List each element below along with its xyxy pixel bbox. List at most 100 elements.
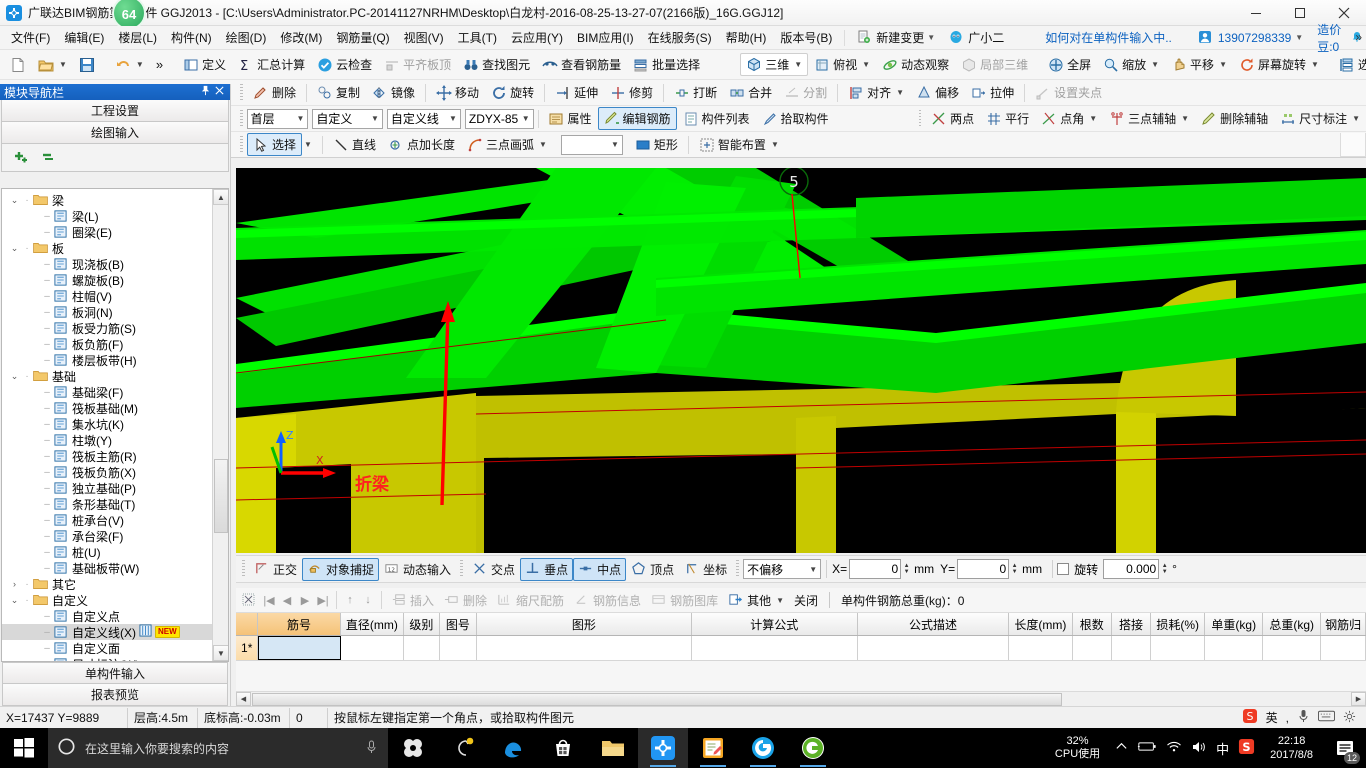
new-change-button[interactable]: 新建变更 ▼ (850, 26, 942, 49)
tree-scrollbar[interactable]: ▲ ▼ (212, 189, 228, 661)
taskbar-app-360-browser[interactable] (738, 728, 788, 768)
taskbar-app-ebao-browser[interactable] (788, 728, 838, 768)
y-spinner[interactable]: ▲ ▼ (1009, 559, 1020, 579)
zoom-button[interactable]: 缩放 ▼ (1097, 53, 1165, 76)
sogou-input-icon[interactable]: S (1238, 738, 1255, 758)
fullscreen-button[interactable]: 全屏 (1042, 53, 1097, 76)
cloud-check-button[interactable]: 云检查 (311, 53, 378, 76)
table-cell[interactable] (1112, 636, 1152, 660)
tree-folder[interactable]: ⌄ · 自定义 (2, 592, 228, 608)
x-spinner[interactable]: ▲ ▼ (901, 559, 912, 579)
draw-toolbar-overflow[interactable] (1340, 132, 1366, 157)
menu-view[interactable]: 视图(V) (397, 26, 451, 49)
table-cell[interactable] (440, 636, 478, 660)
midpoint-snap-toggle[interactable]: 中点 (573, 557, 627, 581)
table-cell[interactable] (341, 636, 405, 660)
scroll-down-button[interactable]: ▼ (213, 645, 228, 661)
tree-item[interactable]: – 现浇板(B) (2, 256, 228, 272)
object-snap-toggle[interactable]: 对象捕捉 (302, 557, 380, 581)
last-record-button[interactable]: ▶| (314, 594, 332, 607)
next-record-button[interactable]: ▶ (296, 594, 314, 607)
column-header[interactable]: 钢筋归 (1321, 613, 1366, 635)
notification-center-icon[interactable]: 12 (1328, 728, 1362, 768)
column-header[interactable]: 公式描述 (858, 613, 1010, 635)
undo-button[interactable]: ▼ (109, 54, 150, 76)
tree-item[interactable]: – 梁(L) (2, 208, 228, 224)
table-cell[interactable] (258, 636, 341, 660)
align-slab-top-button[interactable]: 平齐板顶 (378, 53, 457, 76)
view-rebar-qty-button[interactable]: 查看钢筋量 (536, 53, 627, 76)
column-header[interactable]: 筋号 (258, 613, 341, 635)
3d-viewport[interactable]: 5 Z X 折梁 (236, 168, 1366, 553)
edit-rebar-button[interactable]: 编辑钢筋 (597, 107, 677, 130)
tree-folder[interactable]: ⌄ · 梁 (2, 192, 228, 208)
taskbar-app-microsoft-store[interactable] (538, 728, 588, 768)
chevron-down-icon[interactable]: ▼ (771, 140, 779, 149)
orbit-button[interactable]: 动态观察 (876, 53, 955, 76)
column-header[interactable]: 搭接 (1112, 613, 1152, 635)
tree-item[interactable]: – 板负筋(F) (2, 336, 228, 352)
rotate-button[interactable]: 旋转 (485, 81, 540, 104)
column-header[interactable]: 根数 (1073, 613, 1112, 635)
panel-grip-icon[interactable] (242, 593, 256, 607)
table-cell[interactable] (1263, 636, 1322, 660)
column-header[interactable]: 直径(mm) (341, 613, 405, 635)
chevron-down-icon[interactable]: ▼ (1089, 114, 1097, 123)
tree-item[interactable]: – 承台梁(F) (2, 528, 228, 544)
sogou-status-icon[interactable]: S (1242, 708, 1258, 727)
ime-indicator[interactable]: 中 (1216, 739, 1229, 758)
break-button[interactable]: 打断 (668, 81, 723, 104)
perpendicular-snap-toggle[interactable]: 垂点 (520, 557, 574, 581)
screen-rotate-button[interactable]: 屏幕旋转 ▼ (1233, 53, 1325, 76)
category-selector[interactable]: 自定义 ▼ (312, 108, 383, 129)
tree-item[interactable]: – 板洞(N) (2, 304, 228, 320)
first-record-button[interactable]: |◀ (260, 594, 278, 607)
mirror-button[interactable]: 镜像 (366, 81, 421, 104)
tree-item[interactable]: – 筏板主筋(R) (2, 448, 228, 464)
hscroll-thumb[interactable] (252, 692, 1062, 706)
tree-item[interactable]: – 自定义线(X) NEW (2, 624, 228, 640)
chevron-down-icon[interactable]: ▼ (794, 60, 802, 69)
chevron-down-icon[interactable]: ▼ (1151, 60, 1159, 69)
project-settings-tab[interactable]: 工程设置 (1, 100, 229, 122)
drawing-input-tab[interactable]: 绘图输入 (1, 122, 229, 144)
two-point-axis-button[interactable]: 两点 (925, 107, 980, 130)
move-up-button[interactable]: ↑ (341, 594, 359, 606)
pan-button[interactable]: 平移 ▼ (1165, 53, 1233, 76)
line-tool-button[interactable]: 直线 (327, 133, 382, 156)
account-id[interactable]: 13907298339 (1218, 31, 1291, 45)
table-cell[interactable] (1009, 636, 1073, 660)
trim-button[interactable]: 修剪 (604, 81, 659, 104)
wifi-icon[interactable] (1166, 740, 1182, 756)
rebar-library-button[interactable]: 钢筋图库 (646, 590, 723, 611)
taskbar-app-task-view[interactable] (438, 728, 488, 768)
align-button[interactable]: 对齐 ▼ (842, 81, 910, 104)
move-down-button[interactable]: ↓ (359, 594, 377, 606)
tree-item[interactable]: – 桩(U) (2, 544, 228, 560)
extend-button[interactable]: 延伸 (549, 81, 604, 104)
tree-item[interactable]: – 柱帽(V) (2, 288, 228, 304)
grid-horizontal-scrollbar[interactable]: ◀ ▶ (236, 691, 1366, 706)
chevron-down-icon[interactable]: ▼ (776, 596, 784, 605)
column-header[interactable]: 计算公式 (692, 613, 858, 635)
table-cell[interactable] (1073, 636, 1112, 660)
delete-button[interactable]: 删除 (247, 81, 302, 104)
tree-folder[interactable]: ⌄ · 基础 (2, 368, 228, 384)
chevron-down-icon[interactable]: ▼ (371, 114, 379, 123)
vertex-snap-toggle[interactable]: 顶点 (626, 558, 679, 581)
menubar-overflow-icon[interactable]: » (1355, 30, 1362, 44)
taskbar-app-notepad-editor[interactable] (688, 728, 738, 768)
chevron-down-icon[interactable]: ▼ (1181, 114, 1189, 123)
chevron-down-icon[interactable]: ▼ (1311, 60, 1319, 69)
column-header[interactable]: 图形 (477, 613, 692, 635)
column-header[interactable] (236, 613, 259, 635)
menu-modify[interactable]: 修改(M) (273, 26, 329, 49)
menu-component[interactable]: 构件(N) (164, 26, 219, 49)
chevron-down-icon[interactable]: ▼ (896, 88, 904, 97)
dynamic-input-toggle[interactable]: 12 动态输入 (379, 558, 456, 581)
snapbar-grip[interactable] (460, 560, 464, 578)
tree-item[interactable]: – 基础板带(W) (2, 560, 228, 576)
scaled-rebar-button[interactable]: 缩尺配筋 (492, 590, 569, 611)
tree-item[interactable]: – 集水坑(K) (2, 416, 228, 432)
collapse-all-icon[interactable] (40, 149, 58, 166)
